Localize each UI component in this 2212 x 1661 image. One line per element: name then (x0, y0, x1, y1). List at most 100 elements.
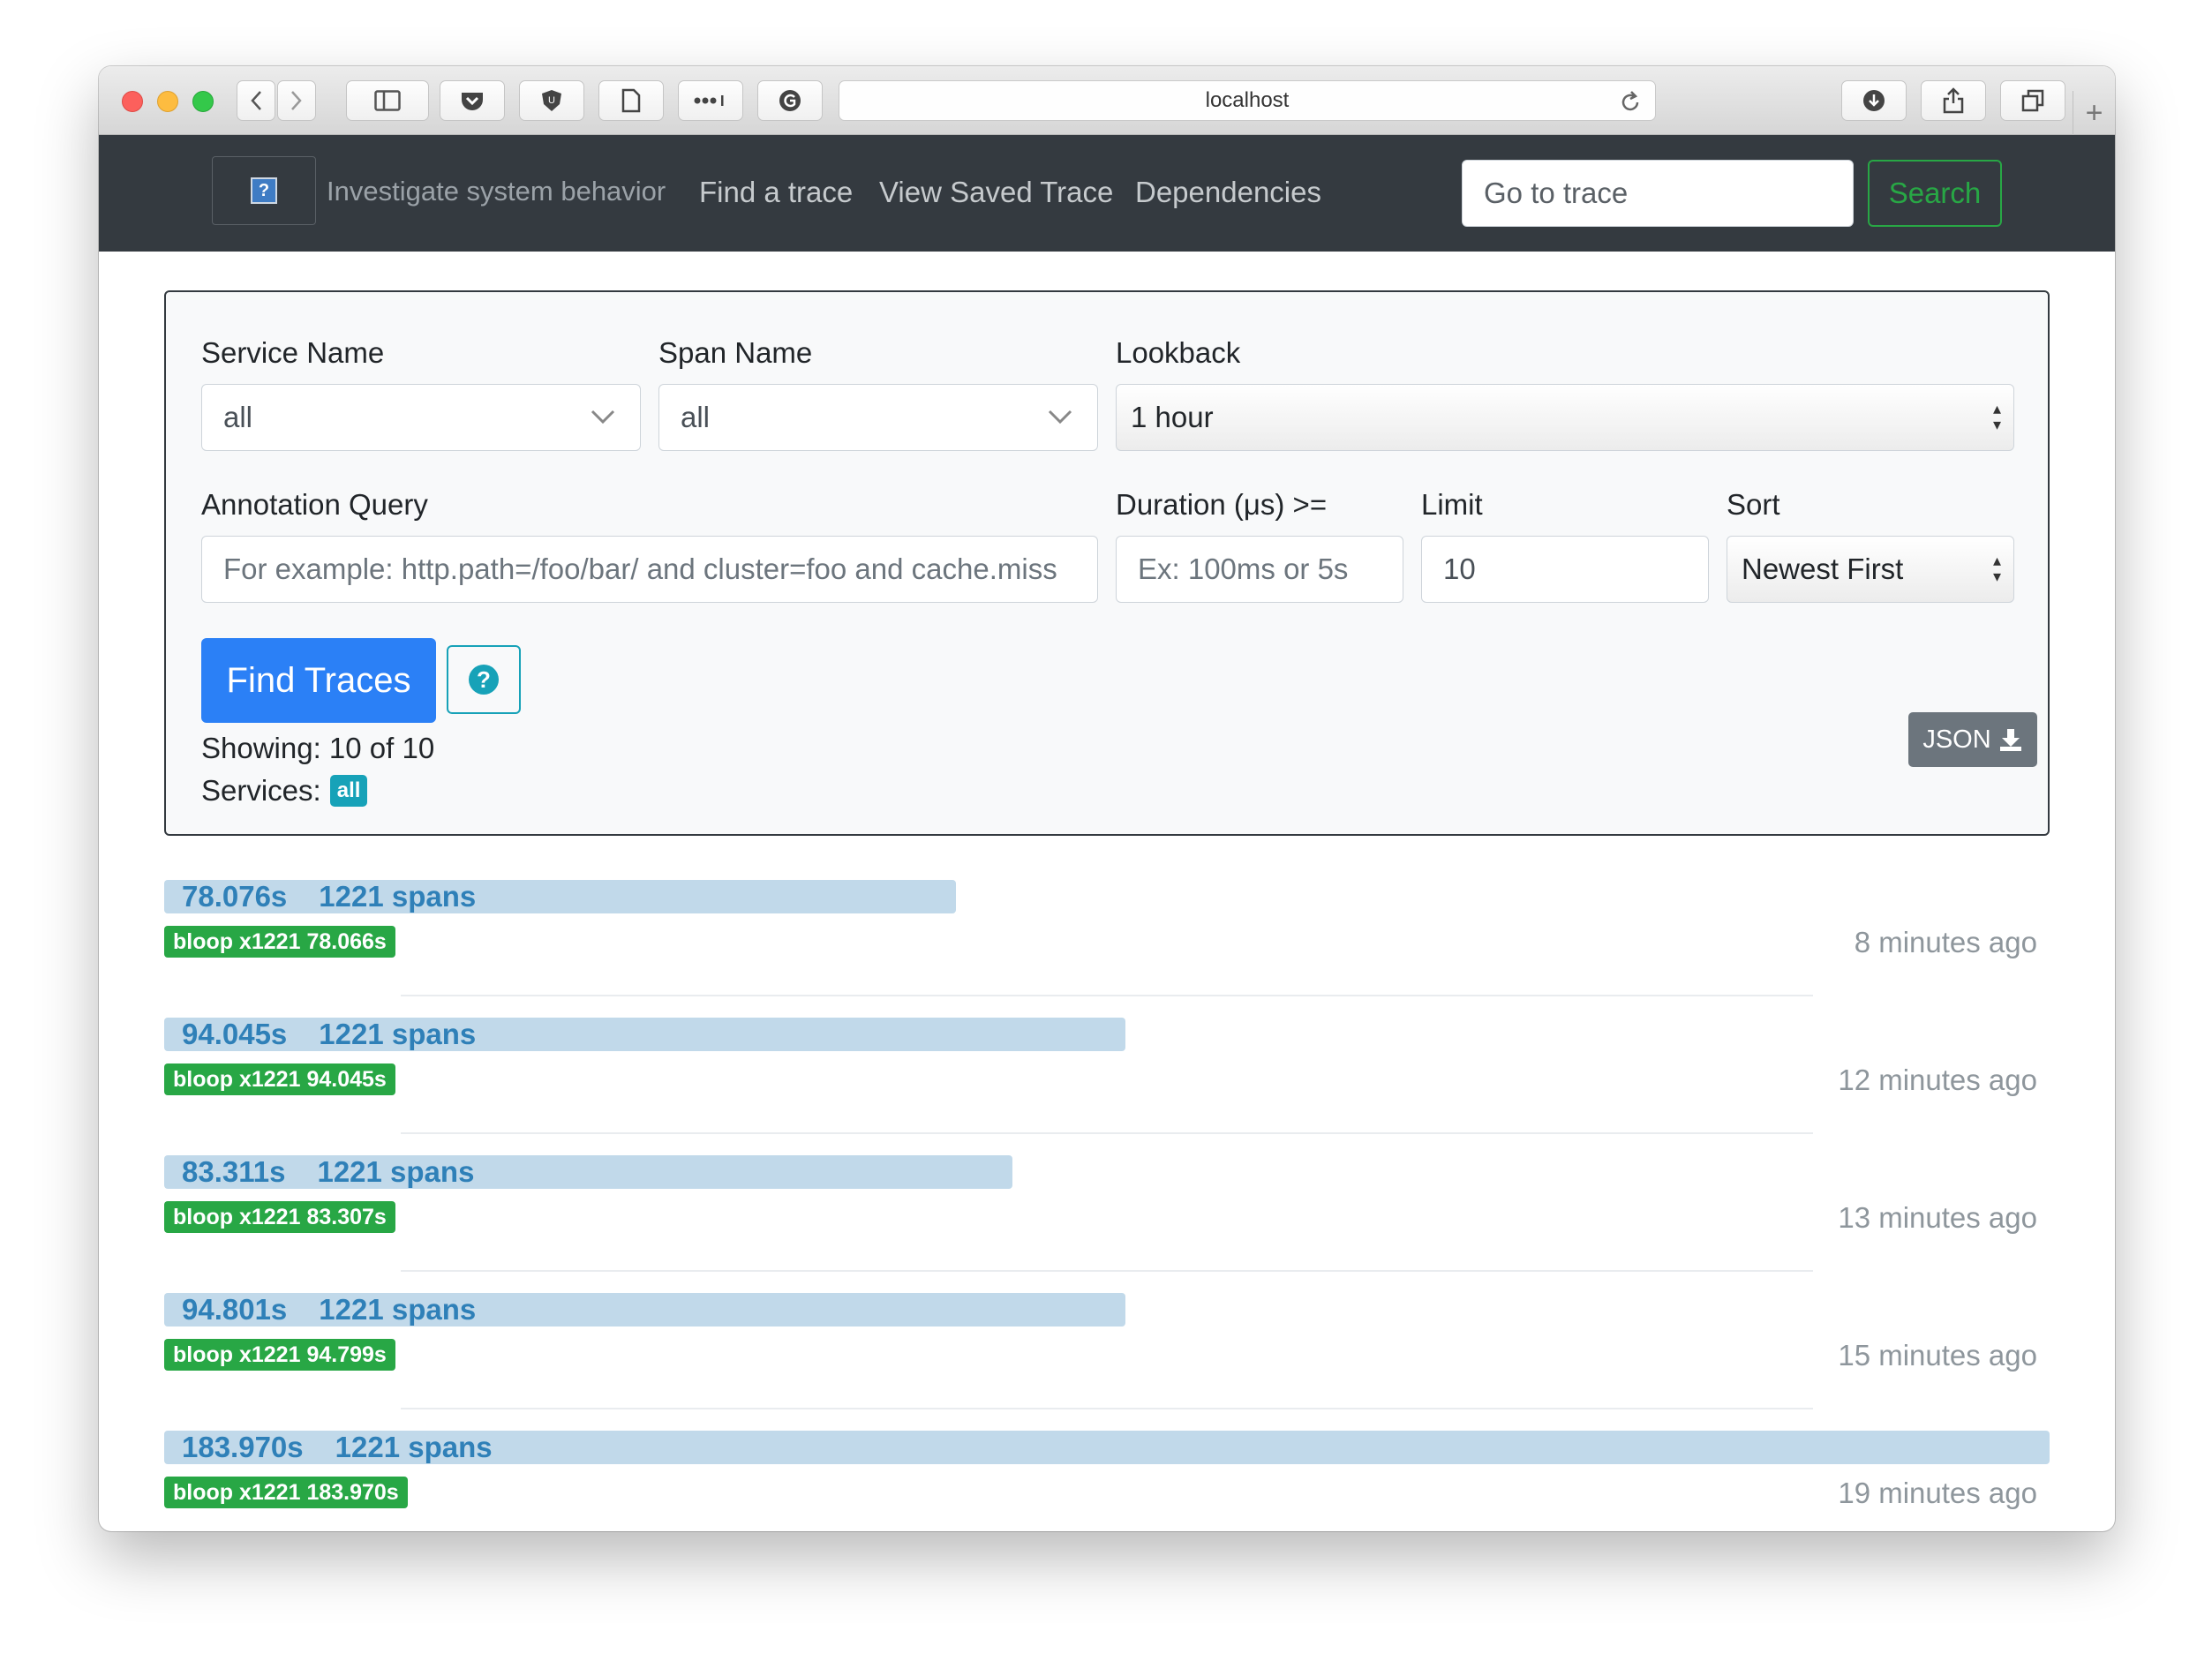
row-divider (401, 995, 1813, 996)
trace-duration: 78.076s (182, 880, 288, 913)
sort-label: Sort (1727, 488, 1780, 521)
trace-timestamp: 8 minutes ago (1854, 926, 2037, 958)
trace-duration: 83.311s (182, 1155, 286, 1188)
minimize-window-button[interactable] (157, 91, 178, 112)
span-name-select[interactable]: all (658, 384, 1098, 451)
find-traces-button[interactable]: Find Traces (201, 638, 436, 723)
trace-summary[interactable]: 94.801s 1221 spans (182, 1293, 476, 1327)
row-divider (401, 1270, 1813, 1272)
annotation-query-input[interactable]: For example: http.path=/foo/bar/ and clu… (201, 536, 1098, 603)
trace-summary[interactable]: 78.076s 1221 spans (182, 880, 476, 913)
new-tab-button[interactable]: + (2073, 91, 2115, 135)
trace-span-count: 1221 spans (319, 1018, 477, 1050)
address-text: localhost (1205, 88, 1290, 112)
trace-service-badge: bloop x1221 94.045s (164, 1063, 395, 1095)
shield-icon: U (542, 90, 561, 111)
browser-window: U localhost + ? Investigate system behav… (99, 66, 2115, 1531)
services-badge: all (329, 775, 368, 807)
lookback-value: 1 hour (1131, 401, 1214, 433)
lookback-label: Lookback (1116, 336, 1241, 369)
sort-select[interactable]: Newest First ▴ ▾ (1727, 536, 2014, 603)
trace-row[interactable]: 78.076s 1221 spans bloop x1221 78.066s 8 mi… (164, 880, 2050, 1018)
nav-find-trace[interactable]: Find a trace (699, 176, 853, 209)
zoom-window-button[interactable] (192, 91, 214, 112)
json-download-button[interactable]: JSON (1908, 712, 2037, 767)
svg-text:U: U (548, 95, 555, 106)
browser-titlebar: U localhost + (99, 66, 2115, 135)
question-icon: ? (469, 665, 499, 695)
pocket-icon (462, 93, 483, 110)
pocket-button[interactable] (440, 80, 505, 121)
trace-row[interactable]: 83.311s 1221 spans bloop x1221 83.307s 13 m… (164, 1155, 2050, 1293)
grammarly-icon (779, 90, 801, 111)
updown-arrows-icon: ▴ ▾ (1992, 400, 2001, 433)
json-label: JSON (1922, 725, 1991, 754)
plus-icon: + (2085, 95, 2103, 130)
search-button[interactable]: Search (1868, 160, 2002, 227)
trace-span-count: 1221 spans (317, 1155, 475, 1188)
trace-service-badge: bloop x1221 94.799s (164, 1339, 395, 1371)
trace-summary[interactable]: 83.311s 1221 spans (182, 1155, 474, 1189)
trace-summary[interactable]: 183.970s 1221 spans (182, 1431, 493, 1464)
trace-row[interactable]: 94.801s 1221 spans bloop x1221 94.799s 15 m… (164, 1293, 2050, 1431)
trace-span-count: 1221 spans (319, 880, 477, 913)
trace-row[interactable]: 94.045s 1221 spans bloop x1221 94.045s 12 m… (164, 1018, 2050, 1155)
nav-view-saved-trace[interactable]: View Saved Trace (879, 176, 1113, 209)
sort-value: Newest First (1742, 552, 1904, 585)
sidebar-toggle-button[interactable] (346, 80, 429, 121)
brand-tagline: Investigate system behavior (327, 176, 666, 207)
top-navbar: ? Investigate system behavior Find a tra… (99, 135, 2115, 252)
limit-input[interactable]: 10 (1421, 536, 1709, 603)
service-name-value: all (223, 401, 253, 433)
trace-span-count: 1221 spans (319, 1293, 477, 1326)
duration-placeholder: Ex: 100ms or 5s (1138, 552, 1349, 585)
duration-label: Duration (μs) >= (1116, 488, 1328, 521)
trace-timestamp: 19 minutes ago (1838, 1477, 2037, 1509)
tabs-icon (2021, 89, 2044, 112)
trace-timestamp: 15 minutes ago (1838, 1339, 2037, 1372)
service-name-select[interactable]: all (201, 384, 641, 451)
trace-service-badge: bloop x1221 83.307s (164, 1201, 395, 1233)
trace-row[interactable]: 183.970s 1221 spans bloop x1221 183.970s 19… (164, 1431, 2050, 1531)
brand-logo[interactable]: ? (212, 156, 316, 225)
trace-summary[interactable]: 94.045s 1221 spans (182, 1018, 476, 1051)
service-name-label: Service Name (201, 336, 385, 369)
row-divider (401, 1132, 1813, 1134)
password-button[interactable] (678, 80, 743, 121)
close-window-button[interactable] (122, 91, 143, 112)
chevron-left-icon (251, 91, 261, 110)
trace-service-badge: bloop x1221 183.970s (164, 1477, 408, 1508)
trace-timestamp: 12 minutes ago (1838, 1063, 2037, 1096)
trace-timestamp: 13 minutes ago (1838, 1201, 2037, 1234)
downloads-button[interactable] (1841, 80, 1907, 121)
limit-label: Limit (1421, 488, 1483, 521)
row-divider (401, 1408, 1813, 1409)
annotation-query-placeholder: For example: http.path=/foo/bar/ and clu… (223, 552, 1057, 585)
trace-service-badge: bloop x1221 78.066s (164, 926, 395, 958)
search-form-panel: Service Name Span Name Lookback all all … (164, 290, 2050, 836)
updown-arrows-icon: ▴ ▾ (1992, 552, 2001, 585)
span-name-label: Span Name (658, 336, 813, 369)
share-button[interactable] (1921, 80, 1986, 121)
reload-icon[interactable] (1618, 88, 1643, 115)
trace-span-count: 1221 spans (335, 1431, 493, 1463)
help-button[interactable]: ? (447, 645, 521, 714)
back-button[interactable] (237, 80, 275, 121)
nav-dependencies[interactable]: Dependencies (1135, 176, 1321, 209)
ublock-button[interactable]: U (519, 80, 584, 121)
limit-value: 10 (1443, 552, 1476, 585)
annotation-query-label: Annotation Query (201, 488, 428, 521)
broken-image-icon: ? (251, 177, 277, 204)
grammarly-button[interactable] (757, 80, 823, 121)
duration-input[interactable]: Ex: 100ms or 5s (1116, 536, 1403, 603)
forward-button[interactable] (277, 80, 316, 121)
go-to-trace-input[interactable] (1462, 160, 1854, 227)
password-dots-icon (694, 95, 724, 106)
tabs-overview-button[interactable] (2000, 80, 2065, 121)
span-name-value: all (681, 401, 711, 433)
address-bar[interactable]: localhost (839, 80, 1656, 121)
lookback-select[interactable]: 1 hour ▴ ▾ (1116, 384, 2014, 451)
share-icon (1943, 87, 1964, 114)
download-icon (1863, 90, 1885, 111)
reader-button[interactable] (598, 80, 664, 121)
